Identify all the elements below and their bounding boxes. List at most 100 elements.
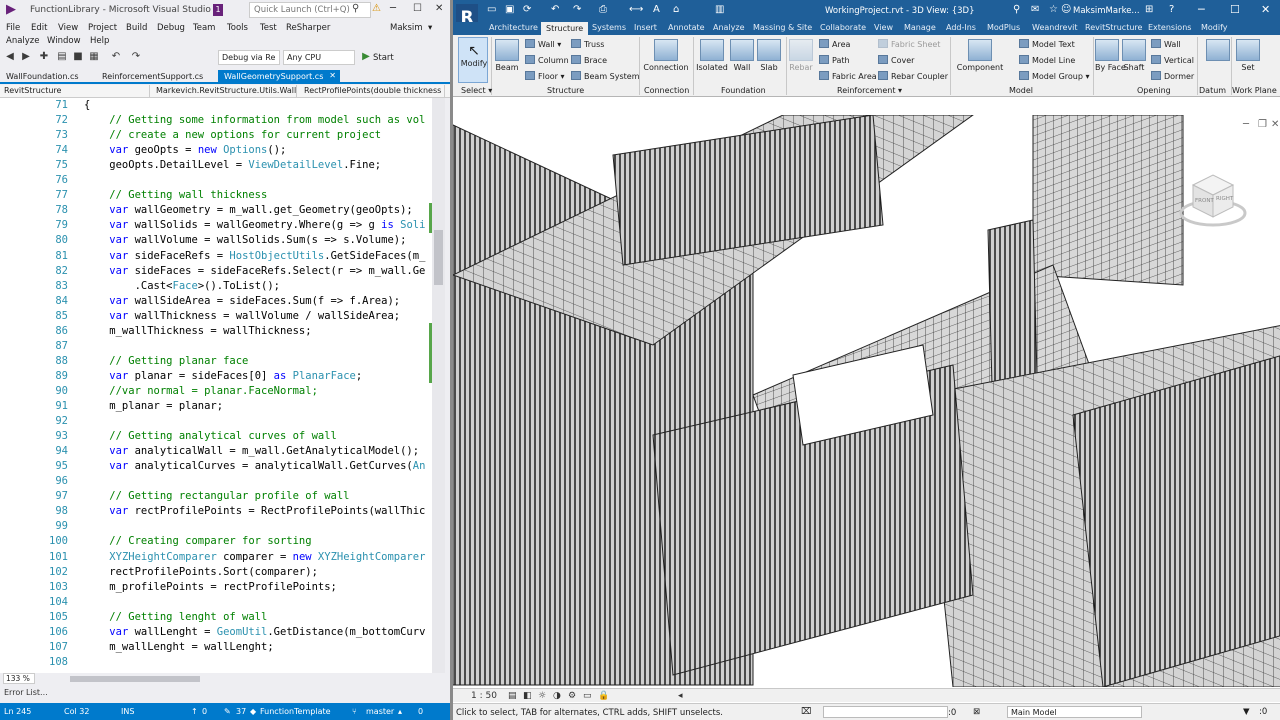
user-chevron-icon[interactable]: ▾: [428, 23, 432, 33]
revit-user-name[interactable]: MaksimMarke...: [1073, 6, 1140, 16]
ribbon-tab-structure[interactable]: Structure: [541, 22, 589, 35]
ribbon-tab-collaborate[interactable]: Collaborate: [820, 23, 866, 32]
platform-dropdown[interactable]: Any CPU: [283, 50, 355, 65]
new-project-icon[interactable]: ✚: [38, 51, 50, 63]
slab-button[interactable]: Slab: [756, 39, 782, 72]
scroll-left-icon[interactable]: ◂: [678, 691, 683, 701]
code-line[interactable]: var wallSolids = wallGeometry.Where(g =>…: [84, 219, 425, 231]
workset-dropdown[interactable]: [823, 706, 948, 718]
column-button[interactable]: Column: [525, 55, 569, 65]
datum-button[interactable]: [1205, 39, 1231, 63]
modify-button[interactable]: ↖ Modify: [459, 43, 489, 68]
ribbon-tab-addins[interactable]: Add-Ins: [946, 23, 976, 32]
switch-windows-icon[interactable]: ▥: [715, 4, 724, 15]
brace-button[interactable]: Brace: [571, 55, 607, 65]
forward-icon[interactable]: ▶: [20, 51, 32, 63]
view-restore-icon[interactable]: ❐: [1258, 119, 1267, 130]
code-line[interactable]: var sideFaces = sideFaceRefs.Select(r =>…: [84, 265, 425, 277]
ribbon-tab-weandrevit[interactable]: Weandrevit: [1032, 23, 1078, 32]
vertical-button[interactable]: Vertical: [1151, 55, 1194, 65]
ribbon-tab-insert[interactable]: Insert: [634, 23, 657, 32]
rebar-button[interactable]: Rebar: [788, 39, 814, 72]
fabric-area-button[interactable]: Fabric Area: [819, 71, 877, 81]
notification-bell-icon[interactable]: ⚠: [372, 3, 381, 14]
editor-vertical-scrollbar[interactable]: [432, 98, 445, 673]
code-line[interactable]: // Getting analytical curves of wall: [84, 430, 337, 442]
3d-view-icon[interactable]: ⌂: [673, 4, 679, 15]
render-icon[interactable]: ⚙: [568, 691, 576, 701]
menu-analyze[interactable]: Analyze: [6, 36, 40, 46]
help-icon[interactable]: ?: [1169, 4, 1174, 15]
menu-tools[interactable]: Tools: [227, 23, 248, 33]
back-icon[interactable]: ◀: [4, 51, 16, 63]
favorites-icon[interactable]: ☆: [1049, 4, 1058, 15]
tab-wall-foundation[interactable]: WallFoundation.cs: [0, 70, 85, 84]
code-line[interactable]: m_wallThickness = wallThickness;: [84, 325, 311, 337]
class-dropdown[interactable]: Markevich.RevitStructure.Utils.Wall: [152, 85, 297, 98]
ribbon-tab-systems[interactable]: Systems: [592, 23, 626, 32]
ribbon-tab-analyze[interactable]: Analyze: [713, 23, 745, 32]
model-text-button[interactable]: Model Text: [1019, 39, 1075, 49]
connection-button[interactable]: Connection: [643, 39, 689, 72]
undo-icon[interactable]: ↶: [110, 51, 122, 63]
undo-icon[interactable]: ↶: [551, 4, 559, 15]
code-line[interactable]: var analyticalCurves = analyticalWall.Ge…: [84, 460, 425, 472]
sun-path-icon[interactable]: ☼: [538, 691, 546, 701]
close-tab-icon[interactable]: ✕: [329, 71, 336, 80]
member-dropdown[interactable]: RectProfilePoints(double thickness: [300, 85, 445, 98]
fabric-sheet-button[interactable]: Fabric Sheet: [878, 39, 940, 49]
opening-wall-button[interactable]: Wall: [1151, 39, 1181, 49]
code-line[interactable]: m_profilePoints = rectProfilePoints;: [84, 581, 337, 593]
ribbon-tab-modify[interactable]: Modify: [1201, 23, 1228, 32]
shadows-icon[interactable]: ◑: [553, 691, 561, 701]
code-line[interactable]: {: [84, 99, 90, 111]
code-line[interactable]: var wallVolume = wallSolids.Sum(s => s.V…: [84, 234, 406, 246]
filter-icon[interactable]: ▼: [1243, 707, 1250, 717]
sync-icon[interactable]: ⟳: [523, 4, 531, 15]
code-line[interactable]: var wallGeometry = m_wall.get_Geometry(g…: [84, 204, 412, 216]
3d-view-canvas[interactable]: FRONT RIGHT ─ ❐ ✕: [453, 115, 1280, 687]
user-icon[interactable]: ☺: [1061, 4, 1071, 15]
wall-button[interactable]: Wall ▾: [525, 39, 561, 49]
area-button[interactable]: Area: [819, 39, 850, 49]
panel-select[interactable]: Select ▾: [461, 86, 492, 95]
status-pending[interactable]: 0: [418, 707, 423, 716]
ribbon-tab-modplus[interactable]: ModPlus: [987, 23, 1020, 32]
print-icon[interactable]: ⎙: [599, 4, 607, 15]
maximize-icon[interactable]: ☐: [413, 3, 422, 14]
viewcube-front[interactable]: FRONT: [1195, 198, 1214, 204]
close-icon[interactable]: ✕: [1261, 3, 1270, 16]
code-line[interactable]: var wallSideArea = sideFaces.Sum(f => f.…: [84, 295, 400, 307]
code-line[interactable]: // Getting rectangular profile of wall: [84, 490, 349, 502]
model-group-button[interactable]: Model Group ▾: [1019, 71, 1089, 81]
ribbon-tab-annotate[interactable]: Annotate: [668, 23, 705, 32]
path-button[interactable]: Path: [819, 55, 850, 65]
tab-wall-geometry-support[interactable]: WallGeometrySupport.cs ✕: [218, 70, 340, 84]
code-line[interactable]: var wallLenght = GeomUtil.GetDistance(m_…: [84, 626, 425, 638]
status-up-count[interactable]: 0: [202, 707, 207, 716]
save-icon[interactable]: ■: [72, 51, 84, 63]
code-line[interactable]: //var normal = planar.FaceNormal;: [84, 385, 318, 397]
ribbon-tab-architecture[interactable]: Architecture: [489, 23, 538, 32]
wall-foundation-button[interactable]: Wall: [729, 39, 755, 72]
menu-view[interactable]: View: [58, 23, 78, 33]
menu-build[interactable]: Build: [126, 23, 147, 33]
cart-icon[interactable]: ⊞: [1145, 4, 1153, 15]
code-line[interactable]: XYZHeightComparer comparer = new XYZHeig…: [84, 551, 425, 563]
shaft-button[interactable]: Shaft: [1121, 39, 1147, 72]
cover-button[interactable]: Cover: [878, 55, 914, 65]
dormer-button[interactable]: Dormer: [1151, 71, 1194, 81]
start-button[interactable]: Start: [373, 53, 394, 63]
code-line[interactable]: geoOpts.DetailLevel = ViewDetailLevel.Fi…: [84, 159, 381, 171]
lock-icon[interactable]: 🔒: [598, 691, 609, 701]
menu-team[interactable]: Team: [193, 23, 215, 33]
redo-icon[interactable]: ↷: [130, 51, 142, 63]
search-icon[interactable]: ⚲: [1013, 4, 1020, 15]
truss-button[interactable]: Truss: [571, 39, 604, 49]
text-icon[interactable]: A: [653, 4, 660, 15]
zoom-dropdown[interactable]: 133 %: [3, 673, 35, 684]
code-line[interactable]: // Getting some information from model s…: [84, 114, 425, 126]
minimize-icon[interactable]: ─: [390, 3, 396, 14]
menu-resharper[interactable]: ReSharper: [286, 23, 330, 33]
code-line[interactable]: var geoOpts = new Options();: [84, 144, 286, 156]
